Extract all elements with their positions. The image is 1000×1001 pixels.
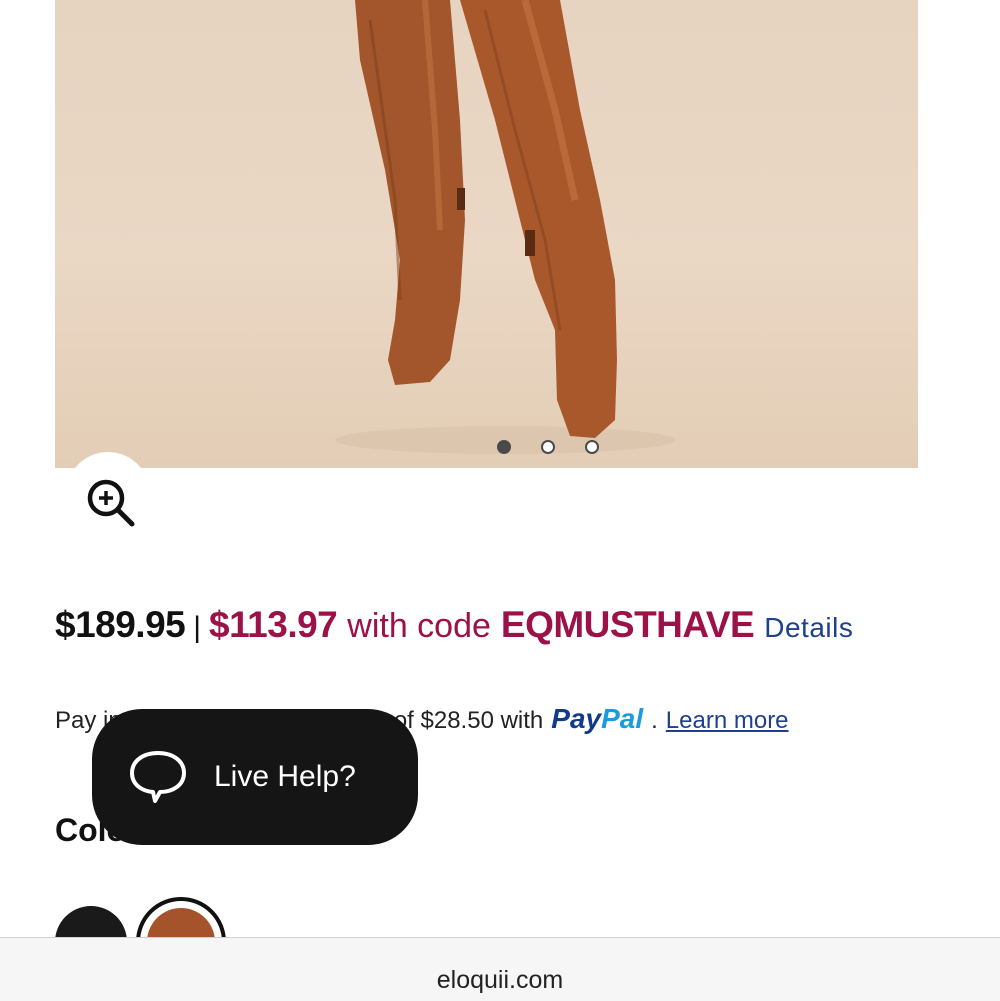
sale-price: $113.97 <box>209 604 338 645</box>
carousel-dot-2[interactable] <box>541 440 555 454</box>
paypal-dot: . <box>651 707 658 734</box>
price-row: $189.95 | $113.97 with code EQMUSTHAVE D… <box>55 604 853 654</box>
original-price: $189.95 <box>55 604 186 645</box>
product-image[interactable] <box>55 0 918 468</box>
carousel-dot-1[interactable] <box>497 440 511 454</box>
chat-bubble-icon <box>130 751 186 803</box>
live-help-button[interactable]: Live Help? <box>92 709 418 845</box>
zoom-in-icon <box>87 479 135 527</box>
promo-code: EQMUSTHAVE <box>500 604 755 645</box>
paypal-logo: PayPal <box>551 703 644 734</box>
carousel-dot-3[interactable] <box>585 440 599 454</box>
boots-illustration <box>335 0 675 454</box>
live-help-label: Live Help? <box>214 760 356 793</box>
learn-more-link[interactable]: Learn more <box>666 707 789 735</box>
promo-with-text: with code <box>347 607 491 645</box>
zoom-button[interactable] <box>66 452 150 536</box>
browser-address-bar[interactable]: eloquii.com <box>0 937 1000 1001</box>
price-separator: | <box>193 611 202 644</box>
domain-label: eloquii.com <box>436 966 564 994</box>
image-carousel-dots[interactable] <box>497 440 599 454</box>
promo-details-link[interactable]: Details <box>764 612 853 644</box>
